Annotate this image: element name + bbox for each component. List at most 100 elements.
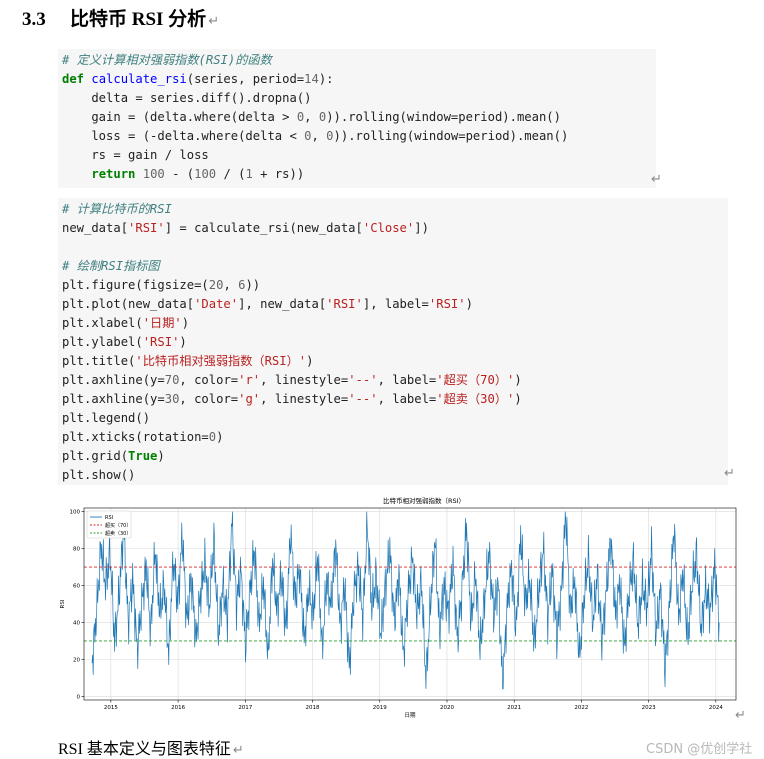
code-token: 'RSI' xyxy=(326,297,363,311)
code-token: , xyxy=(304,110,319,124)
code-token: 'RSI' xyxy=(128,221,165,235)
code-token: True xyxy=(128,449,158,463)
code-token: new_data[ xyxy=(62,221,129,235)
code-2-line: # 计算比特币的RSI xyxy=(62,200,728,219)
code-token: , xyxy=(223,278,239,292)
code-token: , label= xyxy=(377,373,437,387)
code-token: plt.legend() xyxy=(62,411,151,425)
paragraph-mark: ↵ xyxy=(735,708,746,723)
section-title: 比特币 RSI 分析 xyxy=(70,9,207,30)
code-token: - ( xyxy=(164,167,195,181)
code-token: )).rolling(window=period).mean() xyxy=(333,129,569,143)
code-token: '超买（70）' xyxy=(436,373,515,387)
code-token: plt.figure(figsize=( xyxy=(62,278,209,292)
code-token: , color= xyxy=(179,373,239,387)
x-tick-label: 2018 xyxy=(306,705,320,711)
code-token: )).rolling(window=period).mean() xyxy=(326,110,561,124)
code-token: ], label= xyxy=(362,297,429,311)
code-1-line: rs = gain / loss xyxy=(62,146,656,165)
code-token: , label= xyxy=(377,392,437,406)
code-2-line: plt.plot(new_data['Date'], new_data['RSI… xyxy=(62,295,728,314)
code-2-line: plt.grid(True) xyxy=(62,447,728,466)
section-number: 3.3 xyxy=(22,9,46,30)
code-token: / ( xyxy=(216,167,246,181)
x-tick-label: 2023 xyxy=(642,705,656,711)
chart-legend: RSI超买（70）超卖（30） xyxy=(86,510,131,539)
code-2-line: plt.axhline(y=30, color='g', linestyle='… xyxy=(62,390,728,409)
x-tick-label: 2016 xyxy=(171,705,185,711)
code-token: 'Close' xyxy=(362,221,415,235)
code-1-line: delta = series.diff().dropna() xyxy=(62,89,656,108)
code-token: 100 xyxy=(194,167,217,181)
code-token: , linestyle= xyxy=(260,373,349,387)
code-token: plt.plot(new_data[ xyxy=(62,297,195,311)
legend-label: 超卖（30） xyxy=(105,530,131,537)
y-axis-label: RSI xyxy=(60,599,66,608)
code-token: + rs)) xyxy=(252,167,305,181)
paragraph-mark: ↵ xyxy=(208,14,220,29)
code-token: ]) xyxy=(414,221,429,235)
y-tick-label: 20 xyxy=(73,657,80,663)
code-token: '超卖（30）' xyxy=(436,392,515,406)
code-2-line: plt.ylabel('RSI') xyxy=(62,333,728,352)
code-token: return xyxy=(91,167,143,181)
code-token: ) xyxy=(179,335,187,349)
code-token: plt.xticks(rotation= xyxy=(62,430,209,444)
code-token: ) xyxy=(216,430,224,444)
code-token: 'RSI' xyxy=(142,335,180,349)
code-token: ) xyxy=(465,297,473,311)
code-token: calculate_rsi xyxy=(91,72,187,86)
paragraph-mark: ↵ xyxy=(232,743,244,758)
code-token: , color= xyxy=(179,392,239,406)
code-token: ) xyxy=(157,449,165,463)
code-token: def xyxy=(62,72,92,86)
code-2-line: plt.xlabel('日期') xyxy=(62,314,728,333)
rsi-chart: 比特币相对强弱指数（RSI） 2015 2016 2017 2018 2019 2020 2… xyxy=(58,494,740,720)
code-1-line: return 100 - (100 / (1 + rs)) xyxy=(62,165,656,184)
code-token: plt.xlabel( xyxy=(62,316,143,330)
paragraph-mark: ↵ xyxy=(724,466,735,481)
code-token: 0 xyxy=(326,129,334,143)
code-1-line: gain = (delta.where(delta > 0, 0)).rolli… xyxy=(62,108,656,127)
code-token: 70 xyxy=(164,373,180,387)
x-tick-label: 2021 xyxy=(507,705,521,711)
code-2-line: plt.figure(figsize=(20, 6)) xyxy=(62,276,728,295)
code-token: plt.axhline(y= xyxy=(62,392,165,406)
y-tick-label: 80 xyxy=(73,547,80,553)
code-token: ] = calculate_rsi(new_data[ xyxy=(164,221,363,235)
code-token: '--' xyxy=(348,373,378,387)
code-token: ) xyxy=(306,354,314,368)
y-tick-label: 0 xyxy=(77,694,81,700)
code-token: ], new_data[ xyxy=(238,297,327,311)
code-2-line: plt.axhline(y=70, color='r', linestyle='… xyxy=(62,371,728,390)
y-tick-label: 100 xyxy=(70,510,81,516)
code-token: 100 xyxy=(142,167,165,181)
code-2-line: plt.legend() xyxy=(62,409,728,428)
legend-label: RSI xyxy=(105,515,113,521)
code-token: plt.grid( xyxy=(62,449,129,463)
code-token: '--' xyxy=(348,392,378,406)
code-token: 0 xyxy=(208,430,217,444)
code-token: '日期' xyxy=(142,316,182,330)
code-2-line: plt.xticks(rotation=0) xyxy=(62,428,728,447)
code-token: plt.ylabel( xyxy=(62,335,143,349)
paragraph-mark: ↵ xyxy=(651,172,662,187)
code-token: , xyxy=(311,129,327,143)
code-token: (series, period= xyxy=(186,72,305,86)
x-tick-label: 2020 xyxy=(440,705,454,711)
code-token: 'r' xyxy=(238,373,261,387)
csdn-watermark: CSDN @优创学社 xyxy=(646,742,753,757)
code-token: ) xyxy=(514,392,522,406)
code-token: 1 xyxy=(245,167,253,181)
legend-label: 超买（70） xyxy=(105,522,131,529)
code-token: 30 xyxy=(164,392,180,406)
caption-text: RSI 基本定义与图表特征 xyxy=(58,741,231,758)
code-token: , linestyle= xyxy=(260,392,349,406)
code-2-line: # 绘制RSI指标图 xyxy=(62,257,728,276)
code-token: delta = series.diff().dropna() xyxy=(62,91,312,105)
figure-caption: RSI 基本定义与图表特征 ↵ xyxy=(58,735,244,759)
code-token: plt.axhline(y= xyxy=(62,373,165,387)
code-token: ) xyxy=(514,373,522,387)
code-2-line: new_data['RSI'] = calculate_rsi(new_data… xyxy=(62,219,728,238)
